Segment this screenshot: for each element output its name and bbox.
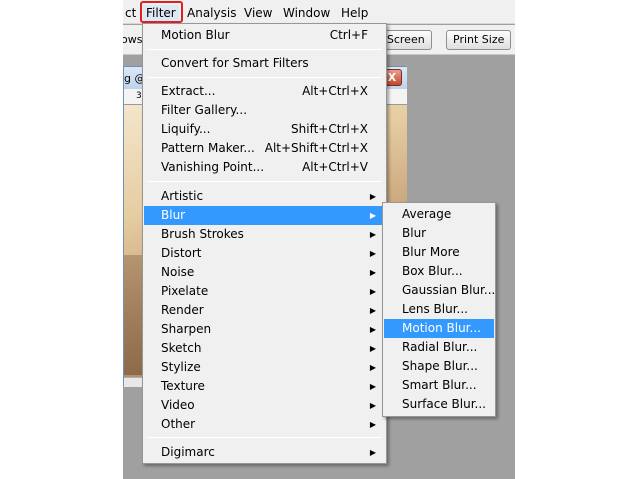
submenu-arrow-icon: ▶ xyxy=(369,287,376,296)
submenu-item-label: Shape Blur... xyxy=(402,359,478,373)
menu-item-artistic[interactable]: Artistic ▶ xyxy=(144,187,385,206)
submenu-item-label: Average xyxy=(402,207,452,221)
submenu-arrow-icon: ▶ xyxy=(369,363,376,372)
menu-item-label: Artistic xyxy=(161,189,204,203)
menu-item-brush-strokes[interactable]: Brush Strokes ▶ xyxy=(144,225,385,244)
menu-item-convert-smart-filters[interactable]: Convert for Smart Filters xyxy=(144,54,385,73)
menu-separator xyxy=(147,437,382,438)
menu-item-digimarc[interactable]: Digimarc ▶ xyxy=(144,443,385,462)
menu-item-label: Sharpen xyxy=(161,322,212,336)
menu-item-label: Blur xyxy=(161,208,186,222)
menu-item-sketch[interactable]: Sketch ▶ xyxy=(144,339,385,358)
menu-item-label: Sketch xyxy=(161,341,202,355)
submenu-item-shape-blur[interactable]: Shape Blur... xyxy=(384,357,494,376)
menu-item-label: Other xyxy=(161,417,196,431)
menu-item-label: Digimarc xyxy=(161,445,215,459)
submenu-arrow-icon: ▶ xyxy=(369,420,376,429)
submenu-arrow-icon: ▶ xyxy=(369,344,376,353)
submenu-item-radial-blur[interactable]: Radial Blur... xyxy=(384,338,494,357)
menu-item-liquify[interactable]: Liquify... Shift+Ctrl+X xyxy=(144,120,385,139)
menu-item-label: Texture xyxy=(161,379,205,393)
submenu-item-label: Motion Blur... xyxy=(402,321,481,335)
menu-view[interactable]: View xyxy=(241,5,275,21)
submenu-item-surface-blur[interactable]: Surface Blur... xyxy=(384,395,494,414)
menu-item-label: Extract... xyxy=(161,84,216,98)
shortcut-label: Ctrl+F xyxy=(329,28,368,42)
submenu-arrow-icon: ▶ xyxy=(369,230,376,239)
menu-item-label: Render xyxy=(161,303,204,317)
menu-item-last-filter[interactable]: Motion Blur Ctrl+F xyxy=(144,26,385,45)
submenu-item-lens-blur[interactable]: Lens Blur... xyxy=(384,300,494,319)
submenu-item-smart-blur[interactable]: Smart Blur... xyxy=(384,376,494,395)
menu-help[interactable]: Help xyxy=(338,5,371,21)
submenu-arrow-icon: ▶ xyxy=(369,306,376,315)
options-text-fragment: ows xyxy=(123,33,143,46)
menu-item-label: Motion Blur xyxy=(161,28,230,42)
menu-item-texture[interactable]: Texture ▶ xyxy=(144,377,385,396)
menu-separator xyxy=(147,49,382,50)
shortcut-label: Shift+Ctrl+X xyxy=(291,122,368,136)
menu-item-label: Brush Strokes xyxy=(161,227,244,241)
shortcut-label: Alt+Ctrl+X xyxy=(302,84,368,98)
menu-item-other[interactable]: Other ▶ xyxy=(144,415,385,434)
filter-menu: Motion Blur Ctrl+F Convert for Smart Fil… xyxy=(142,23,387,464)
submenu-arrow-icon: ▶ xyxy=(369,211,376,220)
submenu-item-label: Gaussian Blur... xyxy=(402,283,496,297)
submenu-item-motion-blur[interactable]: Motion Blur... xyxy=(384,319,494,338)
menu-item-stylize[interactable]: Stylize ▶ xyxy=(144,358,385,377)
menu-item-pattern-maker[interactable]: Pattern Maker... Alt+Shift+Ctrl+X xyxy=(144,139,385,158)
menu-item-label: Liquify... xyxy=(161,122,211,136)
menu-item-distort[interactable]: Distort ▶ xyxy=(144,244,385,263)
submenu-arrow-icon: ▶ xyxy=(369,382,376,391)
blur-submenu: Average Blur Blur More Box Blur... Gauss… xyxy=(382,202,496,417)
submenu-item-label: Smart Blur... xyxy=(402,378,477,392)
menu-item-vanishing-point[interactable]: Vanishing Point... Alt+Ctrl+V xyxy=(144,158,385,177)
menu-select[interactable]: ct xyxy=(123,5,139,21)
print-size-button[interactable]: Print Size xyxy=(446,30,512,50)
submenu-arrow-icon: ▶ xyxy=(369,249,376,258)
menu-item-label: Convert for Smart Filters xyxy=(161,56,309,70)
submenu-item-label: Box Blur... xyxy=(402,264,463,278)
menu-analysis[interactable]: Analysis xyxy=(184,5,239,21)
submenu-arrow-icon: ▶ xyxy=(369,325,376,334)
submenu-item-box-blur[interactable]: Box Blur... xyxy=(384,262,494,281)
submenu-item-label: Blur More xyxy=(402,245,460,259)
menu-item-label: Pattern Maker... xyxy=(161,141,255,155)
submenu-item-label: Blur xyxy=(402,226,427,240)
menu-item-label: Noise xyxy=(161,265,195,279)
submenu-arrow-icon: ▶ xyxy=(369,192,376,201)
submenu-item-label: Surface Blur... xyxy=(402,397,486,411)
submenu-item-label: Radial Blur... xyxy=(402,340,478,354)
menu-item-blur[interactable]: Blur ▶ xyxy=(144,206,385,225)
submenu-arrow-icon: ▶ xyxy=(369,401,376,410)
menu-window[interactable]: Window xyxy=(280,5,333,21)
menu-item-label: Vanishing Point... xyxy=(161,160,265,174)
ruler-number: 3 xyxy=(136,91,142,101)
menu-item-label: Stylize xyxy=(161,360,201,374)
submenu-arrow-icon: ▶ xyxy=(369,268,376,277)
menu-item-filter-gallery[interactable]: Filter Gallery... xyxy=(144,101,385,120)
menu-item-label: Distort xyxy=(161,246,202,260)
menu-item-render[interactable]: Render ▶ xyxy=(144,301,385,320)
submenu-item-label: Lens Blur... xyxy=(402,302,468,316)
menu-item-label: Filter Gallery... xyxy=(161,103,248,117)
submenu-arrow-icon: ▶ xyxy=(369,448,376,457)
filter-callout-box xyxy=(140,1,183,23)
menu-item-sharpen[interactable]: Sharpen ▶ xyxy=(144,320,385,339)
menu-item-label: Video xyxy=(161,398,195,412)
menu-item-label: Pixelate xyxy=(161,284,209,298)
menu-separator xyxy=(147,181,382,182)
menu-item-extract[interactable]: Extract... Alt+Ctrl+X xyxy=(144,82,385,101)
submenu-item-gaussian-blur[interactable]: Gaussian Blur... xyxy=(384,281,496,300)
menu-item-pixelate[interactable]: Pixelate ▶ xyxy=(144,282,385,301)
submenu-item-blur[interactable]: Blur xyxy=(384,224,494,243)
menu-item-video[interactable]: Video ▶ xyxy=(144,396,385,415)
submenu-item-average[interactable]: Average xyxy=(384,205,494,224)
submenu-item-blur-more[interactable]: Blur More xyxy=(384,243,494,262)
menu-item-noise[interactable]: Noise ▶ xyxy=(144,263,385,282)
menu-bar: ct Filter Analysis View Window Help xyxy=(123,0,515,24)
shortcut-label: Alt+Ctrl+V xyxy=(302,160,368,174)
shortcut-label: Alt+Shift+Ctrl+X xyxy=(264,141,368,155)
menu-separator xyxy=(147,77,382,78)
